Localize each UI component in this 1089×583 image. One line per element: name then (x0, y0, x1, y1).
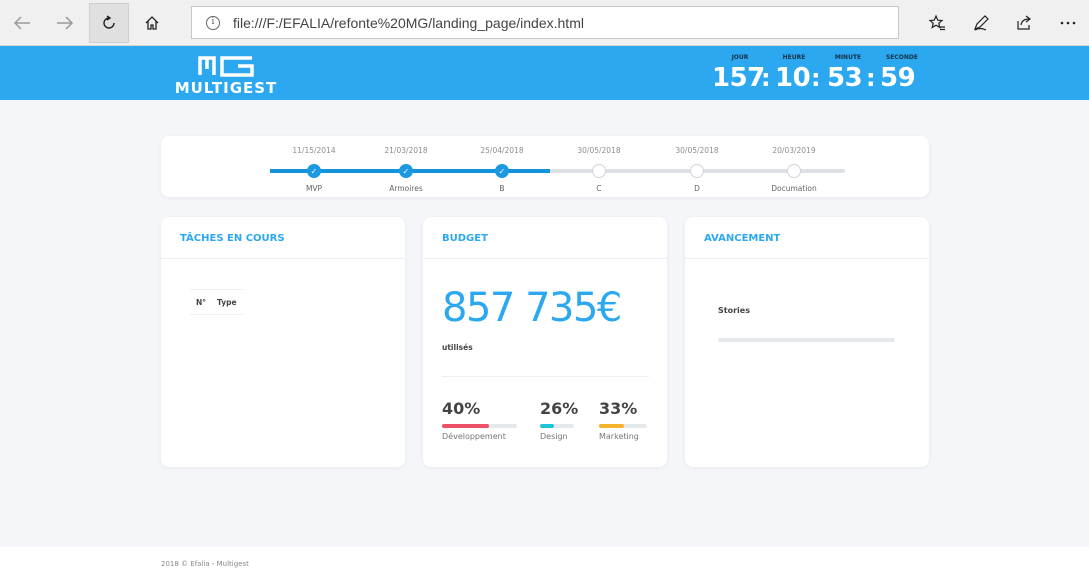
stat-bar (599, 424, 647, 428)
logo-word: MULTIGEST (174, 79, 278, 97)
stat-bar (442, 424, 517, 428)
milestone-date: 30/05/2018 (577, 146, 621, 155)
milestone-date: 25/04/2018 (480, 146, 524, 155)
milestone-date: 21/03/2018 (384, 146, 428, 155)
budget-divider (442, 376, 649, 377)
budget-title: BUDGET (442, 233, 488, 244)
budget-stat-design: 26% Design (540, 399, 579, 441)
countdown-second-label: SECONDE (885, 54, 919, 61)
budget-panel: BUDGET 857 735€ utilisés 40% Développeme… (423, 217, 667, 467)
panel-divider (685, 258, 929, 259)
milestone-name: C (596, 184, 602, 193)
milestone-date: 11/15/2014 (292, 146, 336, 155)
countdown-second-value: 59 (880, 63, 916, 93)
stat-label: Design (540, 432, 568, 441)
tasks-panel: TÂCHES EN COURS N° Type (161, 217, 405, 467)
milestone-checkmark-icon[interactable]: ✓ (495, 164, 509, 178)
stat-label: Développement (442, 432, 506, 441)
stat-percentage: 40% (442, 399, 481, 418)
tasks-title: TÂCHES EN COURS (180, 233, 285, 244)
milestone-name: MVP (305, 184, 323, 193)
countdown-separator: : (761, 64, 771, 92)
favorites-icon[interactable] (917, 3, 957, 43)
milestone-pending-icon[interactable] (592, 164, 606, 178)
stat-bar-fill (442, 424, 489, 428)
refresh-icon[interactable] (89, 3, 129, 43)
countdown-minute-value: 53 (827, 63, 863, 93)
forward-icon[interactable] (45, 3, 85, 43)
stat-label: Marketing (599, 432, 639, 441)
budget-stat-development: 40% Développement (442, 399, 517, 441)
countdown-hour-label: HEURE (782, 54, 806, 61)
countdown-minute-label: MINUTE (834, 54, 862, 61)
url-text: file:///F:/EFALIA/refonte%20MG/landing_p… (233, 14, 584, 31)
milestone-date: 20/03/2019 (772, 146, 816, 155)
stat-percentage: 33% (599, 399, 638, 418)
countdown-day-value: 157 (712, 63, 765, 93)
panel-divider (161, 258, 405, 259)
countdown: JOUR HEURE MINUTE SECONDE 157 : 10 : 53 … (710, 46, 920, 100)
countdown-separator: : (811, 64, 821, 92)
stat-bar-fill (599, 424, 624, 428)
milestone-date: 30/05/2018 (675, 146, 719, 155)
more-icon[interactable] (1048, 3, 1088, 43)
stories-progress-bar (718, 338, 895, 342)
stat-bar-fill (540, 424, 554, 428)
countdown-hour-value: 10 (775, 63, 811, 93)
progress-panel: AVANCEMENT Stories (685, 217, 929, 467)
pen-icon[interactable] (961, 3, 1001, 43)
tasks-table: N° Type (190, 289, 244, 315)
stat-bar (540, 424, 574, 428)
logo-mark (198, 56, 254, 77)
milestone-pending-icon[interactable] (787, 164, 801, 178)
address-bar[interactable]: i file:///F:/EFALIA/refonte%20MG/landing… (191, 6, 899, 39)
budget-stat-marketing: 33% Marketing (599, 399, 647, 441)
milestone-name: Documation (771, 184, 817, 193)
countdown-day-label: JOUR (731, 54, 749, 61)
back-icon[interactable] (2, 3, 42, 43)
progress-title: AVANCEMENT (704, 233, 781, 244)
stat-percentage: 26% (540, 399, 579, 418)
milestone-name: D (694, 184, 700, 193)
column-header-number[interactable]: N° (196, 298, 206, 307)
home-icon[interactable] (132, 3, 172, 43)
multigest-logo[interactable]: MULTIGEST (160, 55, 292, 97)
milestone-checkmark-icon[interactable]: ✓ (399, 164, 413, 178)
milestone-timeline: 11/15/2014 ✓ MVP 21/03/2018 ✓ Armoires 25/04/2… (161, 136, 929, 197)
browser-toolbar: i file:///F:/EFALIA/refonte%20MG/landing… (0, 0, 1089, 46)
column-header-type[interactable]: Type (217, 298, 237, 307)
share-icon[interactable] (1004, 3, 1044, 43)
budget-caption: utilisés (442, 343, 473, 352)
milestone-name: B (499, 184, 505, 193)
stories-label: Stories (718, 306, 750, 315)
panel-divider (423, 258, 667, 259)
info-icon[interactable]: i (206, 15, 220, 30)
milestone-pending-icon[interactable] (690, 164, 704, 178)
budget-amount: 857 735€ (442, 285, 622, 331)
milestone-name: Armoires (389, 184, 423, 193)
milestone-checkmark-icon[interactable]: ✓ (307, 164, 321, 178)
footer-copyright: 2018 © Efalia - Multigest (161, 560, 249, 568)
countdown-separator: : (866, 64, 876, 92)
footer: 2018 © Efalia - Multigest (0, 547, 1089, 583)
app-header: MULTIGEST JOUR HEURE MINUTE SECONDE 157 … (0, 46, 1089, 100)
